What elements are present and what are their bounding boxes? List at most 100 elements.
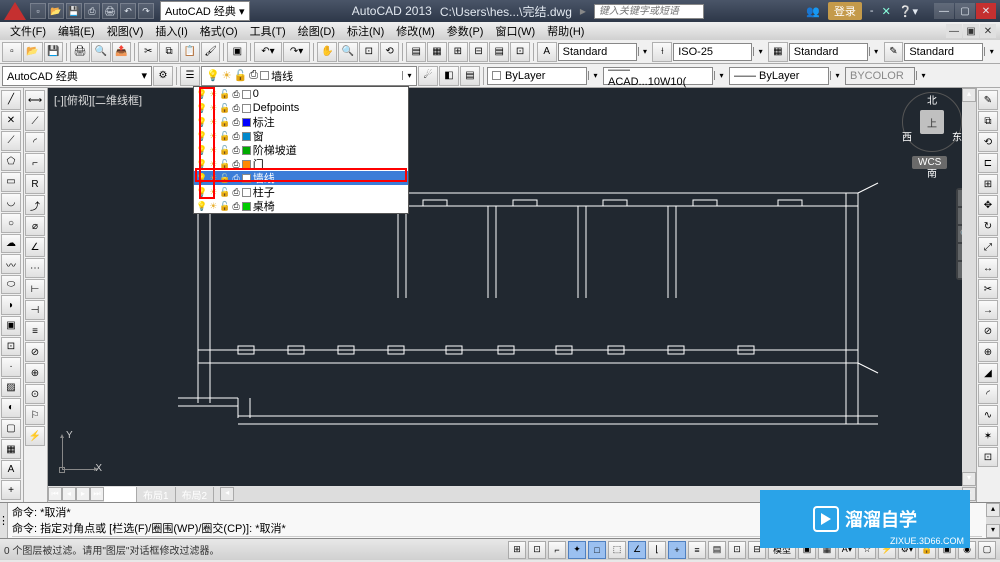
tpy-icon[interactable]: ▤ <box>708 541 726 559</box>
calc-icon[interactable]: ⊡ <box>510 42 530 62</box>
layer-row[interactable]: 💡☀🔓⎙桌椅 <box>194 199 408 213</box>
erase-icon[interactable]: ✎ <box>978 90 998 110</box>
tab-model[interactable]: 模型 <box>104 487 137 502</box>
textstyle-combo[interactable]: Standard <box>558 43 637 61</box>
tab-last-icon[interactable]: ⏭ <box>90 487 104 501</box>
properties-icon[interactable]: ▤ <box>406 42 426 62</box>
linetype-combo[interactable]: —— ByLayer <box>729 67 829 85</box>
mirror-icon[interactable]: ⟲ <box>978 132 998 152</box>
layer-prev-icon[interactable]: ◧ <box>439 66 459 86</box>
draworder-icon[interactable]: ⊡ <box>978 447 998 467</box>
redo-button[interactable]: ↷▾ <box>283 42 311 62</box>
paste-icon[interactable]: 📋 <box>180 42 200 62</box>
menu-tools[interactable]: 工具(T) <box>244 23 292 39</box>
viewcube-north[interactable]: 北 <box>927 92 937 107</box>
copy-obj-icon[interactable]: ⧉ <box>978 111 998 131</box>
arc-icon[interactable]: ◡ <box>1 193 21 213</box>
circle-icon[interactable]: ○ <box>1 213 21 233</box>
osnap-icon[interactable]: □ <box>588 541 606 559</box>
dim-continue-icon[interactable]: ⊣ <box>25 300 45 320</box>
mleaderstyle-combo[interactable]: Standard <box>904 43 983 61</box>
zoom-rt-icon[interactable]: 🔍 <box>338 42 358 62</box>
workspace-combo[interactable]: AutoCAD 经典▾ <box>2 66 152 86</box>
zoom-win-icon[interactable]: ⊡ <box>359 42 379 62</box>
dim-baseline-icon[interactable]: ⊢ <box>25 279 45 299</box>
layer-row[interactable]: 💡☀🔓⎙窗 <box>194 129 408 143</box>
menu-insert[interactable]: 插入(I) <box>149 23 193 39</box>
gradient-icon[interactable]: ◐ <box>1 398 21 418</box>
cmd-scroll-dn[interactable]: ▾ <box>986 524 1000 538</box>
min-button[interactable]: — <box>934 3 954 19</box>
dim-arc-icon[interactable]: ◜ <box>25 132 45 152</box>
blockeditor-icon[interactable]: ▣ <box>227 42 247 62</box>
menu-format[interactable]: 格式(O) <box>194 23 244 39</box>
stretch-icon[interactable]: ↔ <box>978 258 998 278</box>
wcs-label[interactable]: WCS <box>912 156 947 169</box>
scroll-down-icon[interactable]: ▾ <box>962 472 976 486</box>
block-icon[interactable]: ⊡ <box>1 337 21 357</box>
close-button[interactable]: ✕ <box>976 3 996 19</box>
ellipsearc-icon[interactable]: ◗ <box>1 295 21 315</box>
qat-saveas-icon[interactable]: ⎙ <box>84 3 100 19</box>
point-icon[interactable]: · <box>1 357 21 377</box>
table-icon[interactable]: ▦ <box>1 439 21 459</box>
login-button[interactable]: 登录 <box>828 2 862 20</box>
viewcube-west[interactable]: 西 <box>902 129 912 144</box>
viewcube[interactable]: 北 南 东 西 上 WCS <box>902 92 962 180</box>
layer-state-icon[interactable]: ▤ <box>460 66 480 86</box>
qat-save-icon[interactable]: 💾 <box>66 3 82 19</box>
blend-icon[interactable]: ∿ <box>978 405 998 425</box>
layer-row[interactable]: 💡☀🔓⎙Defpoints <box>194 101 408 115</box>
dimspace-icon[interactable]: ≡ <box>25 321 45 341</box>
menu-file[interactable]: 文件(F) <box>4 23 52 39</box>
textstyle-icon[interactable]: A <box>537 42 557 62</box>
layer-row[interactable]: 💡☀🔓⎙门 <box>194 157 408 171</box>
user-icon[interactable]: 👥 <box>806 5 820 18</box>
copy-icon[interactable]: ⧉ <box>159 42 179 62</box>
dimstyle-icon[interactable]: ⟊ <box>652 42 672 62</box>
dim-ordinate-icon[interactable]: ⌐ <box>25 153 45 173</box>
tab-prev-icon[interactable]: ◂ <box>62 487 76 501</box>
fillet-icon[interactable]: ◜ <box>978 384 998 404</box>
explode-icon[interactable]: ✶ <box>978 426 998 446</box>
inspect-icon[interactable]: ⚐ <box>25 405 45 425</box>
offset-icon[interactable]: ⊏ <box>978 153 998 173</box>
grid-icon[interactable]: ⊡ <box>528 541 546 559</box>
preview-icon[interactable]: 🔍 <box>91 42 111 62</box>
tab-layout2[interactable]: 布局2 <box>176 487 215 502</box>
layer-dropdown[interactable]: 💡☀🔓⎙0💡☀🔓⎙Defpoints💡☀🔓⎙标注💡☀🔓⎙窗💡☀🔓⎙阶梯坡道💡☀🔓… <box>193 86 409 214</box>
qp-icon[interactable]: ⊡ <box>728 541 746 559</box>
insert-icon[interactable]: ▣ <box>1 316 21 336</box>
polygon-icon[interactable]: ⬠ <box>1 152 21 172</box>
markup-icon[interactable]: ▤ <box>489 42 509 62</box>
vertical-scrollbar[interactable]: ▴ ▾ <box>962 88 976 486</box>
trim-icon[interactable]: ✂ <box>978 279 998 299</box>
hatch-icon[interactable]: ▨ <box>1 378 21 398</box>
extend-icon[interactable]: → <box>978 300 998 320</box>
dim-quick-icon[interactable]: ⋯ <box>25 258 45 278</box>
save-icon[interactable]: 💾 <box>44 42 64 62</box>
spline-icon[interactable]: 〰 <box>1 254 21 274</box>
ssm-icon[interactable]: ⊟ <box>469 42 489 62</box>
jogline-icon[interactable]: ⚡ <box>25 426 45 446</box>
tablestyle-combo[interactable]: Standard <box>789 43 868 61</box>
polar-icon[interactable]: ✦ <box>568 541 586 559</box>
layer-row[interactable]: 💡☀🔓⎙阶梯坡道 <box>194 143 408 157</box>
rotate-icon[interactable]: ↻ <box>978 216 998 236</box>
3dosnap-icon[interactable]: ⬚ <box>608 541 626 559</box>
dim-linear-icon[interactable]: ⟷ <box>25 90 45 110</box>
layer-row[interactable]: 💡☀🔓⎙标注 <box>194 115 408 129</box>
menu-edit[interactable]: 编辑(E) <box>52 23 101 39</box>
toolpalette-icon[interactable]: ⊞ <box>448 42 468 62</box>
exchange-icon[interactable]: ✕ <box>882 5 891 18</box>
addselected-icon[interactable]: + <box>1 480 21 500</box>
layer-row[interactable]: 💡☀🔓⎙墙线 <box>194 171 408 185</box>
new-icon[interactable]: ▫ <box>2 42 22 62</box>
dim-jogged-icon[interactable]: ⤴ <box>25 195 45 215</box>
tab-first-icon[interactable]: ⏮ <box>48 487 62 501</box>
workspace-title-selector[interactable]: AutoCAD 经典 ▾ <box>160 1 250 21</box>
open-icon[interactable]: 📂 <box>23 42 43 62</box>
otrack-icon[interactable]: ∠ <box>628 541 646 559</box>
help-search-input[interactable] <box>594 4 704 19</box>
scale-icon[interactable]: ⤢ <box>978 237 998 257</box>
